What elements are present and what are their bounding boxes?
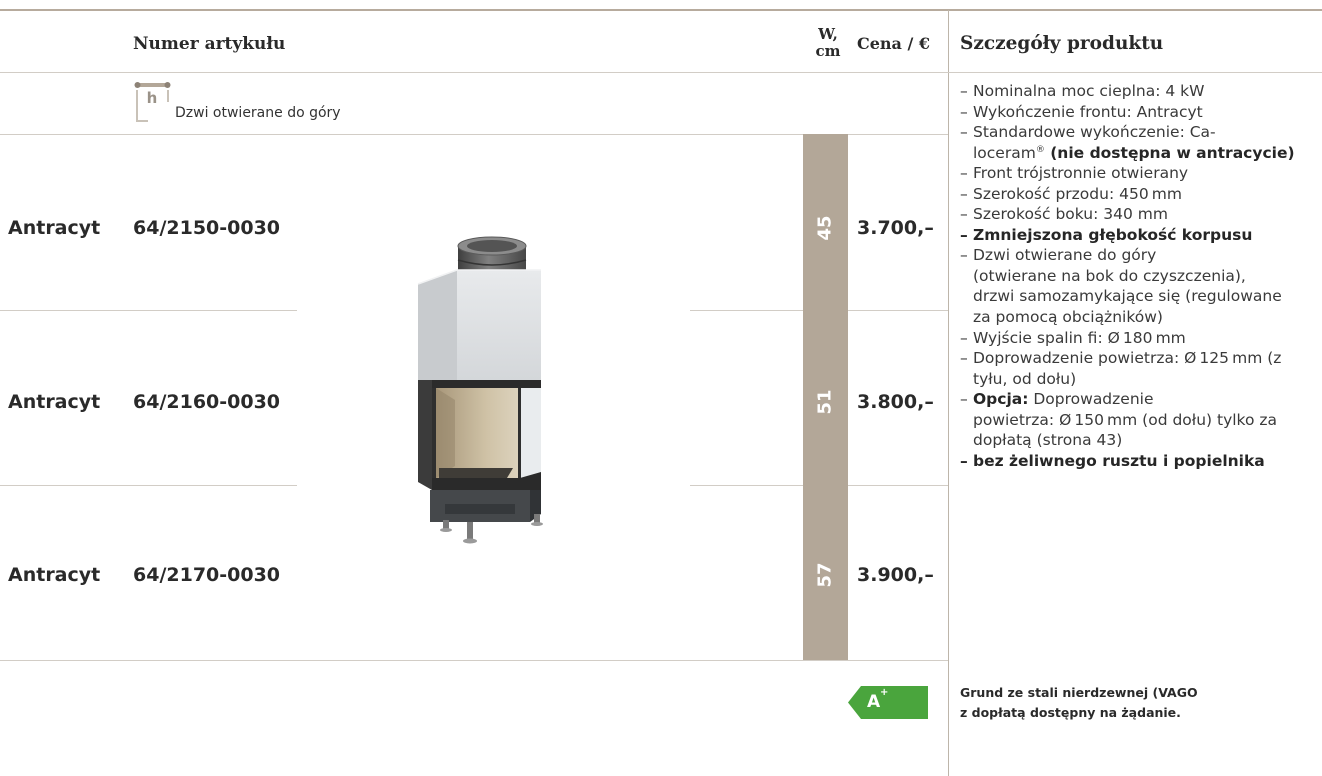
row-article-number: 64/2170-0030 (133, 564, 281, 586)
detail-line: – Dzwi otwierane do góry (960, 246, 1157, 265)
glass-door (418, 380, 541, 490)
note-line: Grund ze stali nierdzewnej (VAGO (960, 685, 1198, 700)
column-header-article-number: Numer artykułu (133, 34, 286, 54)
fireplace-insert-image (417, 236, 543, 544)
detail-line: – Standardowe wykończenie: Ca- (960, 123, 1216, 142)
column-header-product-details: Szczegóły produktu (960, 33, 1164, 54)
width-value: 51 (814, 389, 836, 415)
detail-line: – Wykończenie frontu: Antracyt (960, 102, 1203, 121)
detail-line: powietrza: Ø 150 mm (od dołu) tylko za (973, 410, 1278, 429)
row-finish: Antracyt (8, 564, 101, 586)
row-finish: Antracyt (8, 217, 101, 239)
energy-class-letter: A (867, 692, 881, 712)
upper-casing (417, 269, 541, 380)
row-price: 3.800,– (857, 391, 934, 413)
detail-line: – bez żeliwnego rusztu i popielnika (960, 451, 1265, 470)
detail-line: (otwierane na bok do czyszczenia), (973, 266, 1246, 285)
detail-line: dopłatą (strona 43) (973, 431, 1123, 450)
header-underline (0, 72, 1322, 73)
detail-line: – Szerokość przodu: 450 mm (960, 184, 1182, 203)
column-header-price: Cena / € (857, 34, 931, 53)
row-article-number: 64/2160-0030 (133, 391, 281, 413)
column-divider (948, 10, 949, 776)
energy-class-plus: + (880, 687, 889, 698)
row-article-number: 64/2150-0030 (133, 217, 281, 239)
product-details-list: – Nominalna moc cieplna: 4 kW – Wykończeni… (960, 81, 1322, 471)
table-bottom-rule (0, 660, 948, 661)
top-rule (0, 9, 1322, 11)
width-value: 57 (814, 562, 836, 588)
note-line: z dopłatą dostępny na żądanie. (960, 705, 1181, 720)
column-header-width-unit: cm (815, 42, 841, 60)
row-separator (0, 310, 297, 311)
detail-line: – Doprowadzenie powietrza: Ø 125 mm (z (960, 349, 1282, 368)
detail-line: za pomocą obciążników) (973, 308, 1163, 327)
row-price: 3.900,– (857, 564, 934, 586)
detail-line: – Szerokość boku: 340 mm (960, 205, 1168, 224)
detail-line: loceram® (nie dostępna w antracycie) (973, 143, 1295, 162)
detail-line: – Front trójstronnie otwierany (960, 164, 1189, 183)
detail-line: – Opcja: Doprowadzenie (960, 390, 1154, 409)
column-header-width: W, cm (806, 26, 850, 60)
detail-line: tyłu, od dołu) (973, 369, 1077, 388)
row-finish: Antracyt (8, 391, 101, 413)
column-header-width-label: W, (818, 25, 838, 43)
detail-line: – Nominalna moc cieplna: 4 kW (960, 82, 1205, 100)
detail-line: – Zmniejszona głębokość korpusu (960, 225, 1253, 244)
door-type-label: Dzwi otwierane do góry (175, 105, 341, 121)
row-price: 3.700,– (857, 217, 934, 239)
row-separator (0, 485, 297, 486)
stainless-steel-note: Grund ze stali nierdzewnej (VAGO z dopła… (960, 683, 1322, 723)
width-value: 45 (814, 215, 836, 241)
detail-line: drzwi samozamykające się (regulowane (973, 287, 1282, 306)
door-opens-upward-icon: h (134, 82, 171, 122)
detail-line: – Wyjście spalin fi: Ø 180 mm (960, 328, 1186, 347)
base (430, 490, 541, 522)
door-icon-letter: h (147, 89, 158, 107)
